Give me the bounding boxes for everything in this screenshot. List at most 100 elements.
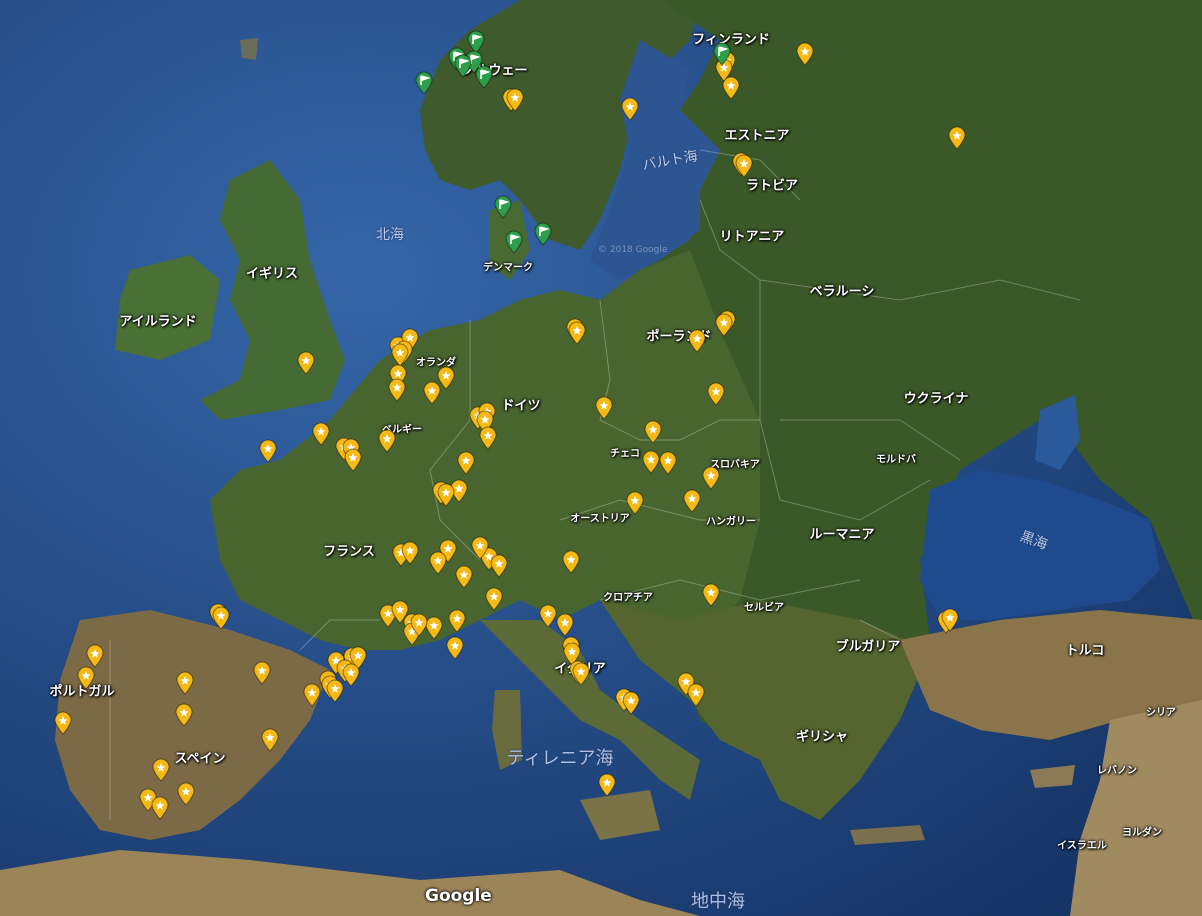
- map-pin-star[interactable]: [326, 679, 344, 703]
- star-icon: [77, 666, 95, 690]
- label-hungary: ハンガリー: [706, 516, 756, 528]
- star-icon: [429, 551, 447, 575]
- star-icon: [437, 483, 455, 507]
- map-pin-flag[interactable]: [713, 42, 731, 66]
- map-pin-star[interactable]: [485, 587, 503, 611]
- map-pin-star[interactable]: [683, 489, 701, 513]
- label-croatia: クロアチア: [603, 592, 653, 604]
- map-pin-star[interactable]: [77, 666, 95, 690]
- flag-icon: [534, 222, 552, 246]
- label-bulgaria: ブルガリア: [835, 639, 901, 655]
- map-pin-star[interactable]: [644, 420, 662, 444]
- map-pin-flag[interactable]: [475, 65, 493, 89]
- star-icon: [378, 429, 396, 453]
- map-pin-star[interactable]: [572, 662, 590, 686]
- star-icon: [86, 644, 104, 668]
- map-pin-star[interactable]: [457, 451, 475, 475]
- map-pin-star[interactable]: [303, 683, 321, 707]
- map-pin-star[interactable]: [659, 451, 677, 475]
- star-icon: [735, 154, 753, 178]
- map-pin-star[interactable]: [702, 583, 720, 607]
- map-pin-star[interactable]: [455, 565, 473, 589]
- map-pin-star[interactable]: [490, 554, 508, 578]
- map-pin-star[interactable]: [212, 606, 230, 630]
- star-icon: [312, 422, 330, 446]
- map-pin-star[interactable]: [715, 313, 733, 337]
- star-icon: [948, 126, 966, 150]
- map-pin-flag[interactable]: [534, 222, 552, 246]
- label-lebanon: レバノン: [1097, 765, 1137, 777]
- map-pin-star[interactable]: [378, 429, 396, 453]
- label-czech: チェコ: [610, 448, 640, 460]
- map-pin-star[interactable]: [568, 321, 586, 345]
- map-pin-star[interactable]: [410, 613, 428, 637]
- map-pin-star[interactable]: [471, 536, 489, 560]
- map-pin-star[interactable]: [437, 483, 455, 507]
- map-pin-star[interactable]: [429, 551, 447, 575]
- star-icon: [388, 378, 406, 402]
- map-pin-star[interactable]: [86, 644, 104, 668]
- label-ireland: アイルランド: [119, 314, 197, 330]
- map-pin-star[interactable]: [707, 382, 725, 406]
- map-pin-star[interactable]: [446, 636, 464, 660]
- label-jordan: ヨルダン: [1122, 827, 1162, 839]
- map-pin-star[interactable]: [423, 381, 441, 405]
- star-icon: [621, 97, 639, 121]
- map-pin-star[interactable]: [342, 663, 360, 687]
- star-icon: [642, 450, 660, 474]
- google-logo: Google: [425, 886, 492, 906]
- map-pin-star[interactable]: [622, 691, 640, 715]
- map-pin-star[interactable]: [259, 439, 277, 463]
- star-icon: [506, 88, 524, 112]
- map-pin-star[interactable]: [562, 550, 580, 574]
- star-icon: [457, 451, 475, 475]
- map-pin-star[interactable]: [948, 126, 966, 150]
- map-pin-flag[interactable]: [494, 195, 512, 219]
- map-pin-star[interactable]: [344, 448, 362, 472]
- map-pin-star[interactable]: [312, 422, 330, 446]
- star-icon: [644, 420, 662, 444]
- map-pin-star[interactable]: [598, 773, 616, 797]
- map-pin-star[interactable]: [941, 608, 959, 632]
- star-icon: [556, 613, 574, 637]
- map-pin-star[interactable]: [688, 329, 706, 353]
- map-pin-star[interactable]: [621, 97, 639, 121]
- star-icon: [572, 662, 590, 686]
- label-uk: イギリス: [245, 266, 299, 282]
- map-pin-star[interactable]: [401, 541, 419, 565]
- label-serbia: セルビア: [744, 602, 784, 614]
- map-pin-star[interactable]: [261, 728, 279, 752]
- map-pin-star[interactable]: [539, 604, 557, 628]
- map-pin-star[interactable]: [253, 661, 271, 685]
- map-pin-star[interactable]: [152, 758, 170, 782]
- map-pin-star[interactable]: [448, 609, 466, 633]
- map-view[interactable]: © 2018 Google フィンランド ノルウェー エストニア バルト海 ラト…: [0, 0, 1202, 916]
- flag-icon: [505, 230, 523, 254]
- map-pin-star[interactable]: [175, 703, 193, 727]
- map-pin-star[interactable]: [54, 711, 72, 735]
- map-pin-star[interactable]: [796, 42, 814, 66]
- map-pin-star[interactable]: [626, 491, 644, 515]
- label-north-sea: 北海: [376, 227, 404, 243]
- map-pin-star[interactable]: [151, 796, 169, 820]
- map-pin-star[interactable]: [176, 671, 194, 695]
- map-pin-star[interactable]: [479, 426, 497, 450]
- map-pin-star[interactable]: [735, 154, 753, 178]
- map-pin-flag[interactable]: [505, 230, 523, 254]
- map-pin-flag[interactable]: [454, 54, 472, 78]
- star-icon: [595, 396, 613, 420]
- map-pin-star[interactable]: [297, 351, 315, 375]
- map-pin-star[interactable]: [506, 88, 524, 112]
- map-pin-star[interactable]: [595, 396, 613, 420]
- map-pin-star[interactable]: [177, 782, 195, 806]
- map-pin-star[interactable]: [702, 466, 720, 490]
- map-pin-star[interactable]: [687, 683, 705, 707]
- map-pin-flag[interactable]: [415, 71, 433, 95]
- map-pin-star[interactable]: [642, 450, 660, 474]
- map-pin-star[interactable]: [388, 378, 406, 402]
- label-lithuania: リトアニア: [719, 229, 785, 245]
- label-tyrrhenian-sea: ティレニア海: [506, 748, 614, 769]
- star-icon: [175, 703, 193, 727]
- map-pin-star[interactable]: [556, 613, 574, 637]
- star-icon: [707, 382, 725, 406]
